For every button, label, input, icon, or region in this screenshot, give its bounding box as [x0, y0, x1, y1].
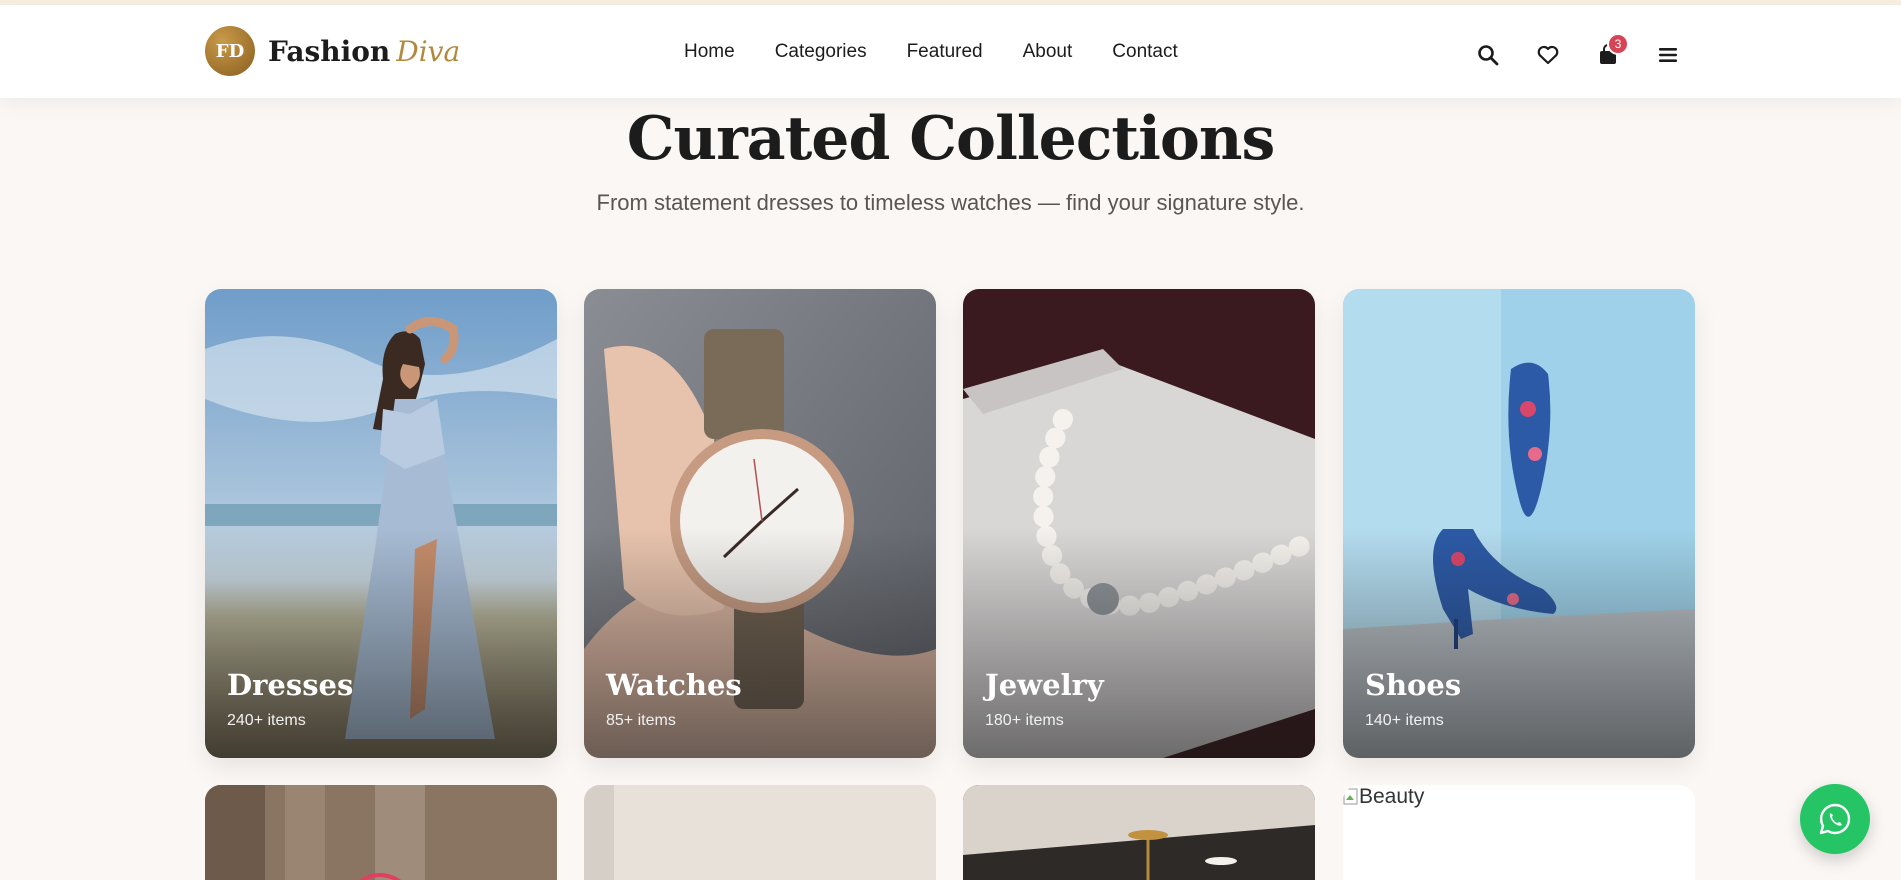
brand-logo[interactable]: FD Fashion Diva [205, 26, 460, 76]
whatsapp-icon [1819, 803, 1851, 835]
heart-icon[interactable] [1534, 41, 1562, 69]
category-card-watches[interactable]: Watches 85+ items [584, 289, 936, 758]
search-icon[interactable] [1474, 41, 1502, 69]
whatsapp-button[interactable] [1800, 784, 1870, 854]
broken-image-alt: Beauty [1359, 785, 1425, 808]
shopping-bag-icon[interactable]: 3 [1594, 33, 1629, 69]
category-title: Jewelry [985, 668, 1104, 702]
category-card-shoes[interactable]: Shoes 140+ items [1343, 289, 1695, 758]
category-title: Watches [606, 668, 742, 702]
logo-name: Fashion [268, 34, 391, 68]
nav-home[interactable]: Home [684, 41, 735, 63]
category-count: 140+ items [1365, 712, 1444, 729]
broken-image: Beauty [1343, 785, 1424, 809]
row2-image-1 [205, 785, 557, 880]
row2-image-2 [584, 785, 936, 880]
nav-featured[interactable]: Featured [907, 41, 983, 63]
category-card-jewelry[interactable]: Jewelry 180+ items [963, 289, 1315, 758]
nav-categories[interactable]: Categories [775, 41, 867, 63]
broken-image-icon [1343, 788, 1358, 805]
logo-text: Fashion Diva [268, 35, 460, 68]
section-title: Curated Collections [626, 104, 1276, 174]
category-count: 85+ items [606, 712, 676, 729]
section-subtitle: From statement dresses to timeless watch… [596, 190, 1305, 215]
nav-contact[interactable]: Contact [1112, 41, 1177, 63]
category-count: 240+ items [227, 712, 306, 729]
category-card-row2-2[interactable] [584, 785, 936, 880]
main-nav: Home Categories Featured About Contact [684, 41, 1218, 63]
site-header: FD Fashion Diva Home Categories Featured … [0, 5, 1901, 98]
category-title: Dresses [227, 668, 354, 702]
logo-accent: Diva [396, 34, 461, 68]
category-card-row2-1[interactable] [205, 785, 557, 880]
category-card-row2-3[interactable] [963, 785, 1315, 880]
category-card-row2-4[interactable]: Beauty [1343, 785, 1695, 880]
cart-count-badge: 3 [1607, 33, 1629, 55]
category-count: 180+ items [985, 712, 1064, 729]
category-title: Shoes [1365, 668, 1462, 702]
row2-image-3 [963, 785, 1315, 880]
nav-about[interactable]: About [1023, 41, 1073, 63]
hamburger-menu-icon[interactable] [1654, 41, 1682, 69]
category-card-dresses[interactable]: Dresses 240+ items [205, 289, 557, 758]
logo-badge: FD [205, 26, 255, 76]
